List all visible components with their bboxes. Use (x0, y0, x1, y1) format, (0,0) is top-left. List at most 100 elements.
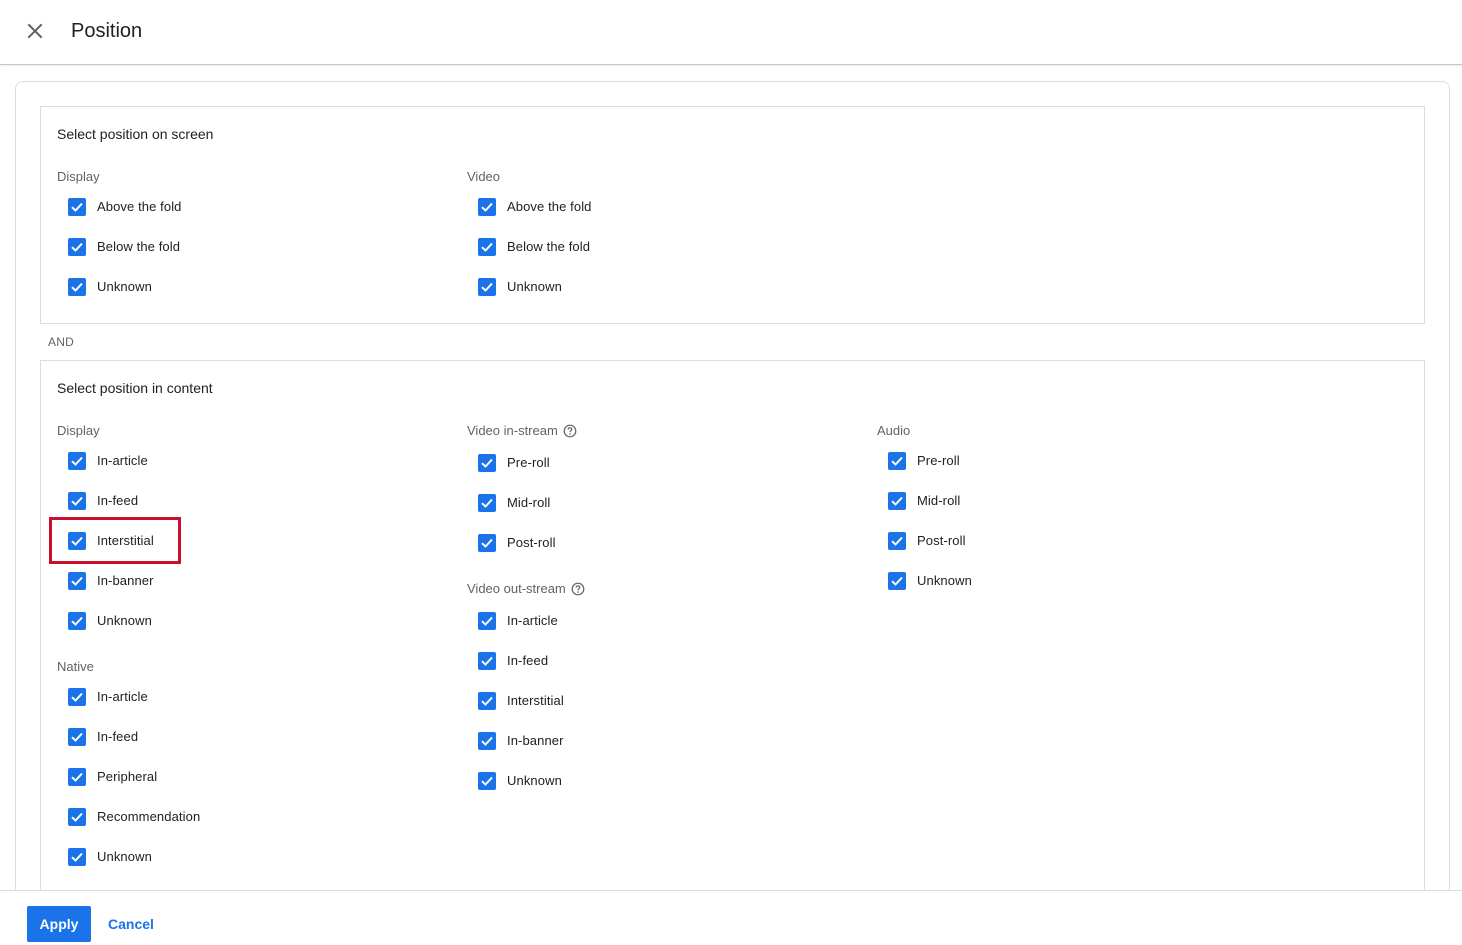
screen-video-above-fold-checkbox[interactable]: Above the fold (478, 195, 592, 219)
checkbox-label: In-feed (97, 729, 139, 744)
content-video-outstream-in-article-checkbox[interactable]: In-article (478, 609, 558, 633)
content-native-label: Native (57, 659, 94, 674)
content-video-instream-pre-roll-checkbox[interactable]: Pre-roll (478, 451, 550, 475)
content-video-outstream-label: Video out-stream (467, 581, 585, 597)
checkbox-label: Above the fold (97, 199, 182, 214)
checkbox-label: Post-roll (917, 533, 966, 548)
checkbox-checked-icon (478, 772, 496, 790)
checkbox-checked-icon (478, 454, 496, 472)
content-display-in-banner-checkbox[interactable]: In-banner (68, 569, 154, 593)
checkbox-label: In-article (97, 689, 148, 704)
dialog-header: Position (0, 0, 1462, 65)
content-native-unknown-checkbox[interactable]: Unknown (68, 845, 152, 869)
checkbox-checked-icon (478, 612, 496, 630)
content-display-label: Display (57, 423, 100, 438)
checkbox-label: Unknown (507, 773, 562, 788)
checkbox-label: In-article (507, 613, 558, 628)
content-video-outstream-in-feed-checkbox[interactable]: In-feed (478, 649, 548, 673)
checkbox-checked-icon (888, 572, 906, 590)
checkbox-checked-icon (68, 532, 86, 550)
content-native-in-article-checkbox[interactable]: In-article (68, 685, 148, 709)
checkbox-label: Peripheral (97, 769, 158, 784)
checkbox-label: Below the fold (507, 239, 591, 254)
page-title: Position (71, 20, 143, 42)
content-video-instream-label: Video in-stream (467, 423, 577, 439)
content-video-outstream-interstitial-checkbox[interactable]: Interstitial (478, 689, 564, 713)
content-position-section: Select position in content Display In-ar… (40, 360, 1425, 911)
content-panel[interactable]: Select position on screen Display Above … (15, 81, 1450, 911)
screen-position-section: Select position on screen Display Above … (40, 106, 1425, 324)
content-display-in-feed-checkbox[interactable]: In-feed (68, 489, 138, 513)
checkbox-checked-icon (68, 688, 86, 706)
checkbox-label: Mid-roll (507, 495, 551, 510)
content-audio-unknown-checkbox[interactable]: Unknown (888, 569, 972, 593)
close-icon (27, 23, 43, 39)
help-icon[interactable] (563, 424, 577, 438)
checkbox-label: Unknown (97, 849, 152, 864)
group-label-text: Video out-stream (467, 581, 566, 596)
checkbox-checked-icon (478, 238, 496, 256)
checkbox-checked-icon (68, 278, 86, 296)
checkbox-checked-icon (478, 278, 496, 296)
checkbox-label: Pre-roll (507, 455, 550, 470)
checkbox-checked-icon (68, 808, 86, 826)
apply-button[interactable]: Apply (27, 906, 91, 942)
cancel-button[interactable]: Cancel (103, 906, 159, 942)
checkbox-label: Mid-roll (917, 493, 961, 508)
checkbox-label: Above the fold (507, 199, 592, 214)
screen-position-title: Select position on screen (57, 126, 214, 142)
help-icon[interactable] (571, 582, 585, 596)
content-native-in-feed-checkbox[interactable]: In-feed (68, 725, 138, 749)
content-audio-label: Audio (877, 423, 911, 438)
content-video-instream-post-roll-checkbox[interactable]: Post-roll (478, 531, 556, 555)
checkbox-checked-icon (68, 768, 86, 786)
content-native-peripheral-checkbox[interactable]: Peripheral (68, 765, 157, 789)
checkbox-checked-icon (478, 692, 496, 710)
checkbox-label: Unknown (917, 573, 972, 588)
screen-display-below-fold-checkbox[interactable]: Below the fold (68, 235, 180, 259)
checkbox-label: In-article (97, 453, 148, 468)
content-position-title: Select position in content (57, 380, 213, 396)
checkbox-label: Unknown (507, 279, 562, 294)
content-native-recommendation-checkbox[interactable]: Recommendation (68, 805, 200, 829)
content-display-interstitial-checkbox[interactable]: Interstitial (68, 529, 154, 553)
content-video-outstream-unknown-checkbox[interactable]: Unknown (478, 769, 562, 793)
close-button[interactable] (21, 17, 49, 45)
checkbox-checked-icon (478, 732, 496, 750)
content-audio-pre-roll-checkbox[interactable]: Pre-roll (888, 449, 960, 473)
checkbox-checked-icon (68, 728, 86, 746)
content-audio-mid-roll-checkbox[interactable]: Mid-roll (888, 489, 960, 513)
content-audio-post-roll-checkbox[interactable]: Post-roll (888, 529, 966, 553)
screen-display-above-fold-checkbox[interactable]: Above the fold (68, 195, 182, 219)
checkbox-label: In-banner (97, 573, 154, 588)
checkbox-label: Pre-roll (917, 453, 960, 468)
checkbox-checked-icon (888, 452, 906, 470)
checkbox-checked-icon (68, 848, 86, 866)
screen-video-below-fold-checkbox[interactable]: Below the fold (478, 235, 590, 259)
content-display-in-article-checkbox[interactable]: In-article (68, 449, 148, 473)
content-video-outstream-in-banner-checkbox[interactable]: In-banner (478, 729, 564, 753)
checkbox-checked-icon (68, 492, 86, 510)
checkbox-label: Interstitial (507, 693, 564, 708)
checkbox-label: In-feed (507, 653, 549, 668)
checkbox-label: In-feed (97, 493, 139, 508)
dialog-footer: Apply Cancel (0, 890, 1462, 945)
checkbox-checked-icon (68, 572, 86, 590)
checkbox-checked-icon (68, 452, 86, 470)
checkbox-checked-icon (68, 612, 86, 630)
checkbox-label: Unknown (97, 279, 152, 294)
checkbox-checked-icon (888, 492, 906, 510)
checkbox-checked-icon (478, 494, 496, 512)
screen-display-unknown-checkbox[interactable]: Unknown (68, 275, 152, 299)
checkbox-label: Interstitial (97, 533, 154, 548)
checkbox-label: Post-roll (507, 535, 556, 550)
content-display-unknown-checkbox[interactable]: Unknown (68, 609, 152, 633)
screen-video-unknown-checkbox[interactable]: Unknown (478, 275, 562, 299)
checkbox-label: Below the fold (97, 239, 181, 254)
and-separator-label: AND (48, 335, 74, 349)
checkbox-checked-icon (478, 652, 496, 670)
screen-video-label: Video (467, 169, 501, 184)
content-video-instream-mid-roll-checkbox[interactable]: Mid-roll (478, 491, 550, 515)
checkbox-checked-icon (68, 198, 86, 216)
group-label-text: Video in-stream (467, 423, 558, 438)
